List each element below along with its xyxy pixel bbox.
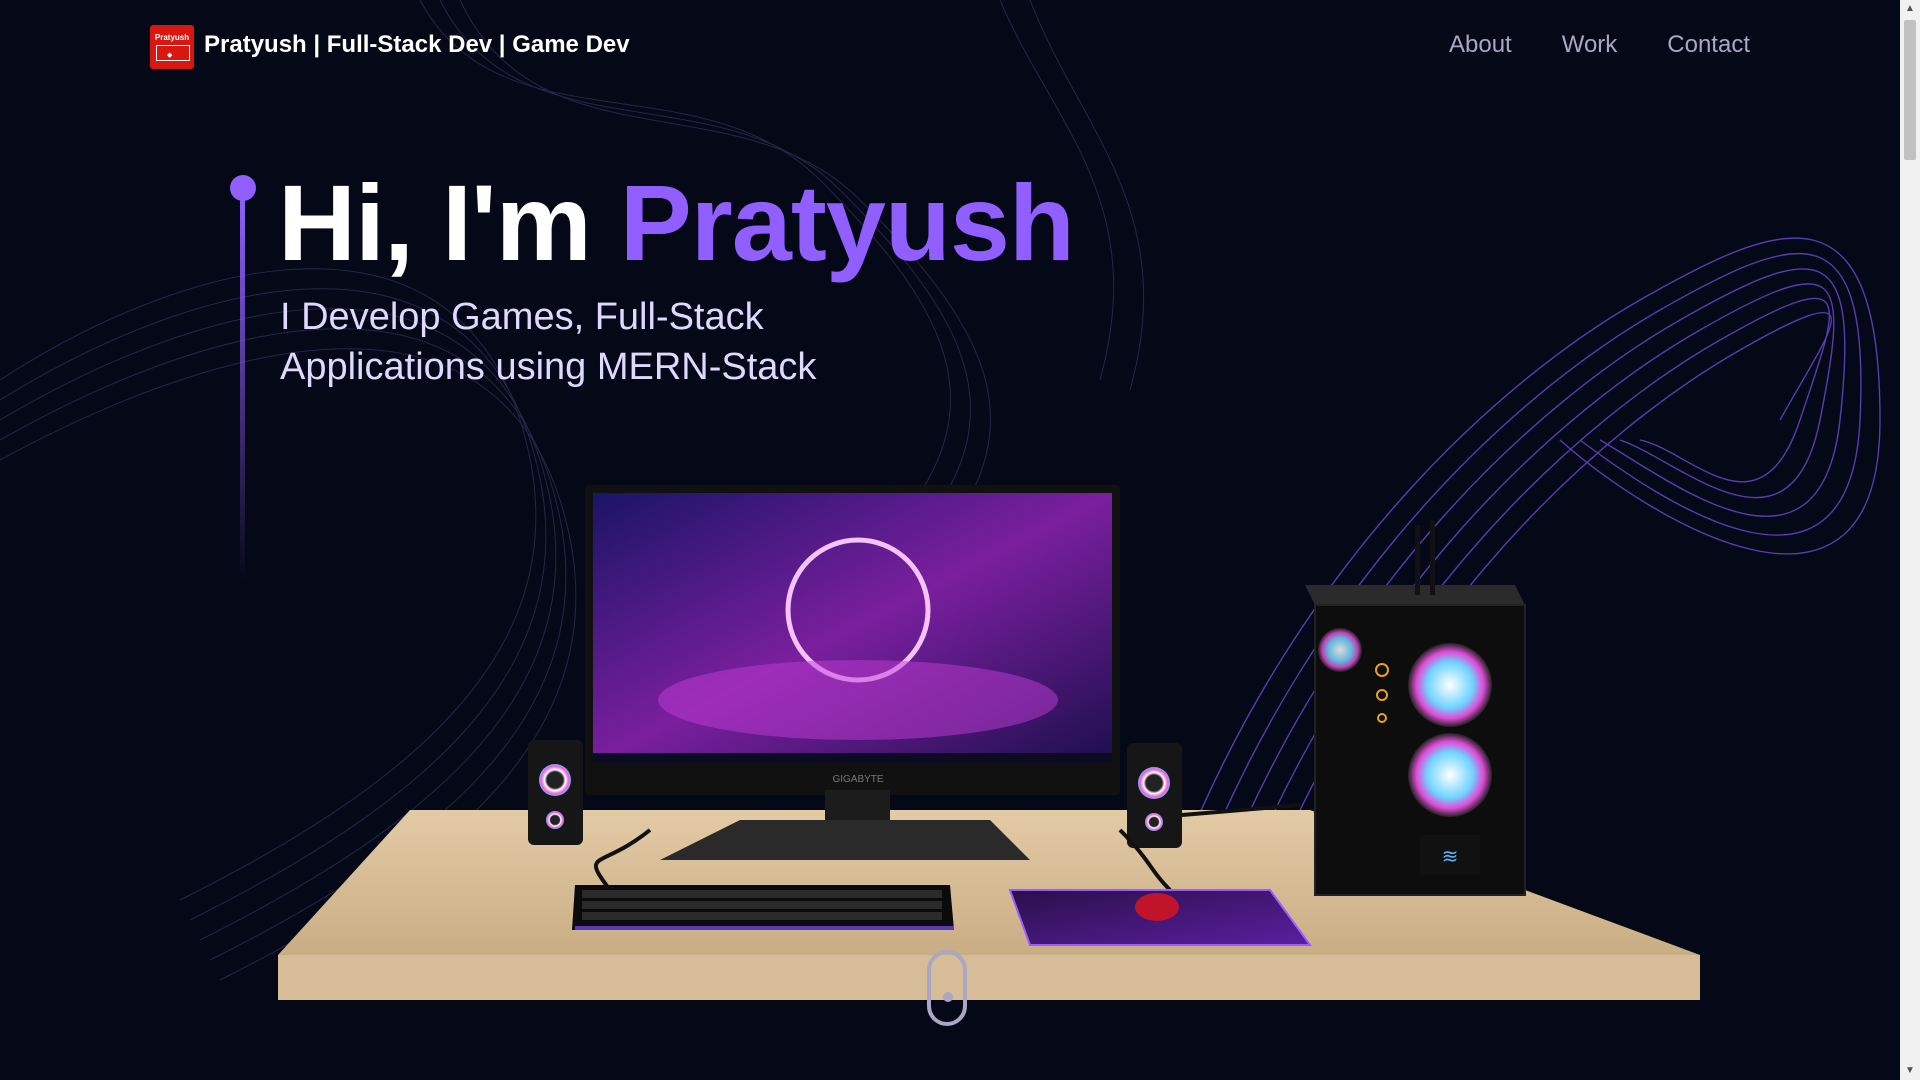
page-scrollbar[interactable]: ▲ ▼: [1900, 0, 1920, 1080]
nav-links: About Work Contact: [1449, 31, 1750, 59]
nav-link-about[interactable]: About: [1449, 31, 1512, 59]
mouse: [1135, 893, 1179, 921]
svg-text:≋: ≋: [1442, 846, 1459, 868]
logo[interactable]: Pratyush ◆: [150, 25, 194, 69]
hero-title: Hi, I'm Pratyush: [278, 160, 1075, 285]
pc-fan-top: [1408, 643, 1492, 727]
scroll-thumb[interactable]: [1904, 20, 1916, 160]
desk-front: [278, 955, 1700, 1000]
computer-desk-3d-scene[interactable]: GIGABYTE ≋: [270, 470, 1710, 1030]
hero-name: Pratyush: [619, 162, 1075, 283]
taskbar: [593, 753, 1112, 763]
brand-title[interactable]: Pratyush | Full-Stack Dev | Game Dev: [204, 31, 630, 59]
gamepad-icon: ◆: [167, 52, 173, 59]
hero-subtitle: I Develop Games, Full-Stack Applications…: [280, 296, 817, 388]
scroll-up-arrow-icon[interactable]: ▲: [1900, 0, 1920, 18]
navbar: Pratyush ◆ Pratyush | Full-Stack Dev | G…: [150, 25, 1750, 69]
hero-greeting: Hi, I'm: [278, 162, 620, 283]
logo-badge: [156, 45, 190, 61]
nav-link-contact[interactable]: Contact: [1667, 31, 1750, 59]
scroll-mouse-icon[interactable]: [927, 950, 967, 1026]
pc-fan-bottom: [1408, 733, 1492, 817]
monitor-neck: [825, 790, 890, 820]
monitor-brand: GIGABYTE: [832, 774, 883, 785]
hero-accent-line: [240, 198, 245, 583]
scroll-down-arrow-icon[interactable]: ▼: [1900, 1062, 1920, 1080]
scroll-dot: [943, 992, 953, 1002]
nav-link-work[interactable]: Work: [1562, 31, 1618, 59]
logo-text: Pratyush: [154, 33, 190, 42]
